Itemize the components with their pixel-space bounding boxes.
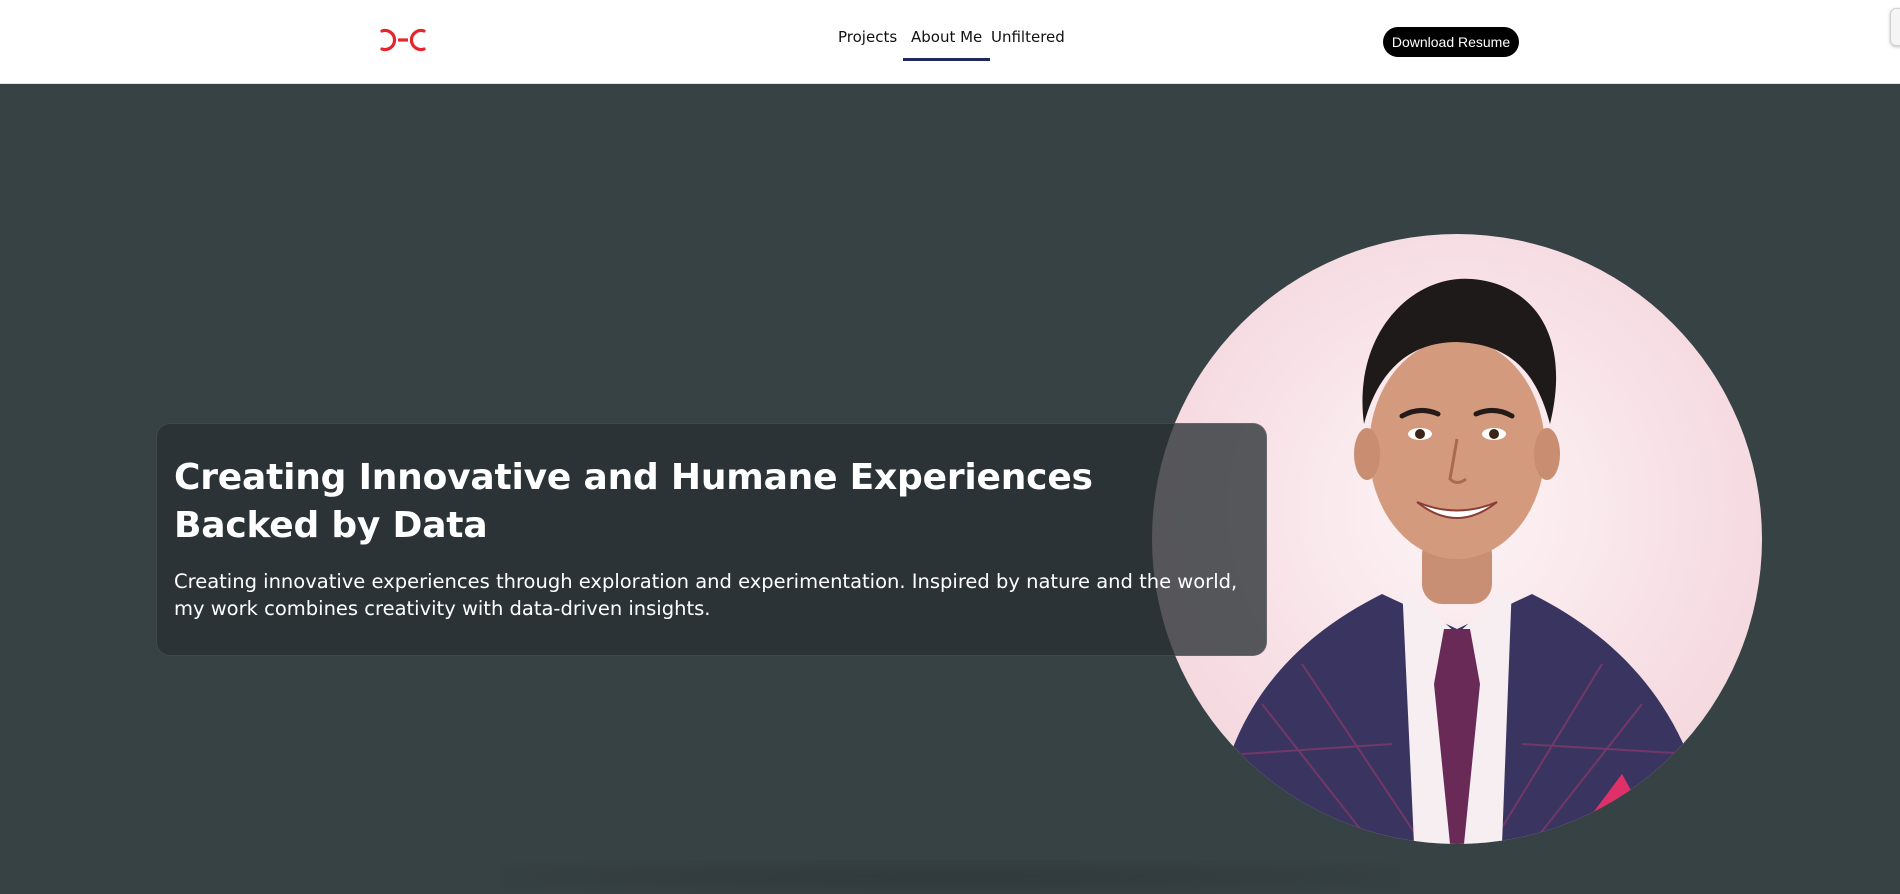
hero-subtitle: Creating innovative experiences through … [174, 570, 1238, 620]
logo-icon[interactable] [378, 26, 428, 54]
section-shadow [500, 860, 1400, 894]
nav-unfiltered[interactable]: Unfiltered [991, 28, 1065, 46]
nav-projects[interactable]: Projects [838, 28, 897, 46]
nav-about-me[interactable]: About Me [902, 28, 991, 61]
site-header: Projects About Me Unfiltered Download Re… [0, 0, 1900, 84]
hero-card: Creating Innovative and Humane Experienc… [156, 423, 1267, 656]
hero-title: Creating Innovative and Humane Experienc… [174, 457, 1093, 546]
download-resume-button[interactable]: Download Resume [1383, 27, 1519, 57]
browser-extension-icon[interactable] [1890, 8, 1900, 46]
